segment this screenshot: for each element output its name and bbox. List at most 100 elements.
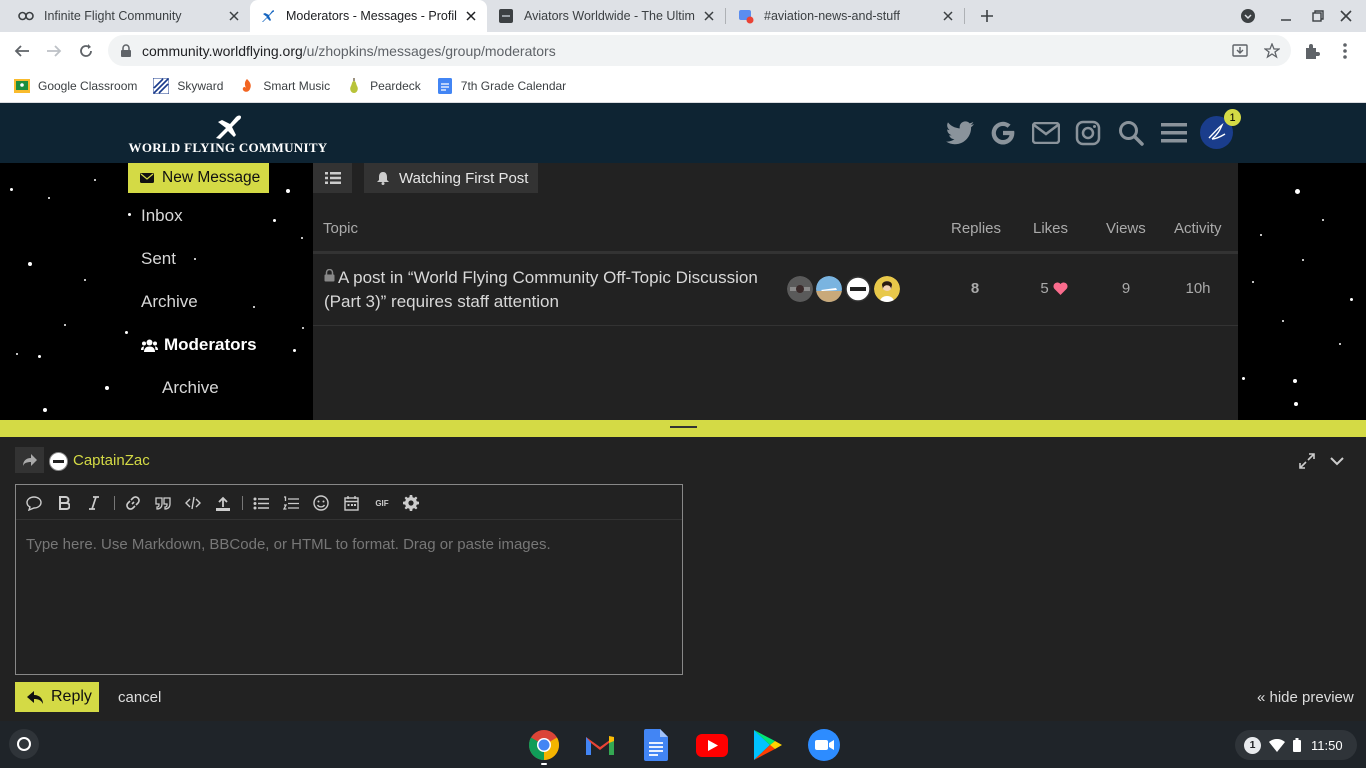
mail-icon[interactable]	[1032, 119, 1060, 147]
close-window-icon[interactable]	[1338, 8, 1354, 24]
reply-action-button[interactable]	[15, 447, 44, 473]
close-icon[interactable]	[226, 8, 242, 24]
back-icon[interactable]	[11, 40, 33, 62]
address-bar[interactable]: community.worldflying.org/u/zhopkins/mes…	[108, 35, 1291, 66]
chat-icon	[738, 8, 754, 24]
extensions-icon[interactable]	[1301, 40, 1323, 62]
likes-count: 5	[1029, 280, 1079, 297]
sidebar-item-moderators-archive[interactable]: Archive	[162, 378, 219, 398]
sidebar-item-archive[interactable]: Archive	[141, 292, 198, 312]
chevron-down-icon[interactable]	[1329, 453, 1345, 469]
twitter-icon[interactable]	[946, 119, 974, 147]
google-icon[interactable]	[989, 119, 1017, 147]
column-likes[interactable]: Likes	[1033, 220, 1068, 237]
gmail-icon[interactable]	[583, 728, 617, 762]
chrome-icon[interactable]	[527, 728, 561, 762]
messages-sidebar: New Message Inbox Sent Archive Moderator…	[128, 163, 313, 420]
install-icon[interactable]	[1232, 43, 1248, 59]
reply-textarea[interactable]: Type here. Use Markdown, BBCode, or HTML…	[26, 536, 551, 553]
calendar-icon[interactable]	[342, 494, 360, 512]
close-icon[interactable]	[463, 8, 479, 24]
new-message-button[interactable]: New Message	[128, 163, 269, 193]
new-tab-icon[interactable]	[979, 8, 995, 24]
reply-button[interactable]: Reply	[15, 682, 99, 712]
column-topic[interactable]: Topic	[323, 220, 358, 237]
activity-time[interactable]: 10h	[1170, 280, 1226, 297]
column-views[interactable]: Views	[1106, 220, 1146, 237]
bookmark-star-icon[interactable]	[1264, 43, 1280, 59]
close-icon[interactable]	[940, 8, 956, 24]
bold-icon[interactable]	[55, 494, 73, 512]
bookmark-skyward[interactable]: Skyward	[153, 78, 223, 94]
forward-icon[interactable]	[43, 40, 65, 62]
avatar[interactable]	[787, 276, 813, 302]
clock: 11:50	[1311, 737, 1343, 753]
tab-moderators[interactable]: Moderators - Messages - Profile -	[250, 0, 487, 32]
search-icon[interactable]	[1117, 119, 1145, 147]
bookmark-smart-music[interactable]: Smart Music	[239, 78, 330, 94]
instagram-icon[interactable]	[1074, 119, 1102, 147]
bell-icon	[377, 171, 389, 185]
topic-link[interactable]: A post in “World Flying Community Off-To…	[324, 266, 774, 314]
gif-button[interactable]: GIF	[370, 494, 394, 512]
gear-icon[interactable]	[402, 494, 420, 512]
italic-icon[interactable]	[85, 494, 103, 512]
menu-kebab-icon[interactable]	[1334, 40, 1356, 62]
code-icon[interactable]	[184, 494, 202, 512]
tab-search-icon[interactable]	[1240, 8, 1256, 24]
numbered-list-icon[interactable]	[282, 494, 300, 512]
bookmarks-bar: Google Classroom Skyward Smart Music Pea…	[0, 70, 1366, 103]
system-tray[interactable]: 1 11:50	[1235, 730, 1357, 760]
bullet-list-icon[interactable]	[252, 494, 270, 512]
blockquote-icon[interactable]	[154, 494, 172, 512]
lock-icon[interactable]	[120, 43, 132, 58]
replies-count[interactable]: 8	[947, 280, 1003, 297]
sidebar-item-sent[interactable]: Sent	[141, 249, 176, 269]
hamburger-menu-icon[interactable]	[1160, 119, 1188, 147]
tab-title: Infinite Flight Community	[44, 9, 182, 23]
lock-icon	[324, 269, 335, 282]
play-store-icon[interactable]	[751, 728, 785, 762]
sidebar-item-moderators[interactable]: Moderators	[141, 335, 257, 355]
restore-icon[interactable]	[1310, 8, 1326, 24]
pear-icon	[346, 78, 362, 94]
link-icon[interactable]	[124, 494, 142, 512]
upload-icon[interactable]	[214, 494, 232, 512]
share-arrow-icon	[22, 453, 38, 467]
tab-infinite-flight[interactable]: Infinite Flight Community	[0, 0, 250, 32]
avatar[interactable]	[845, 276, 871, 302]
launcher-icon[interactable]	[9, 729, 39, 759]
google-docs-icon[interactable]	[639, 728, 673, 762]
skyward-icon	[153, 78, 170, 94]
link-icon	[18, 8, 34, 24]
youtube-icon[interactable]	[695, 728, 729, 762]
site-icon	[498, 8, 514, 24]
close-icon[interactable]	[701, 8, 717, 24]
bookmark-7th-grade-calendar[interactable]: 7th Grade Calendar	[437, 78, 566, 94]
column-activity[interactable]: Activity	[1174, 220, 1222, 237]
site-logo[interactable]: WORLD FLYING COMMUNITY	[128, 111, 328, 157]
fullscreen-icon[interactable]	[1299, 453, 1315, 469]
bookmark-google-classroom[interactable]: Google Classroom	[14, 78, 137, 94]
zoom-icon[interactable]	[807, 728, 841, 762]
tab-title: Aviators Worldwide - The Ultimat	[524, 9, 695, 23]
cancel-link[interactable]: cancel	[118, 689, 161, 706]
avatar[interactable]	[874, 276, 900, 302]
tab-aviators-worldwide[interactable]: Aviators Worldwide - The Ultimat	[488, 0, 725, 32]
sidebar-item-inbox[interactable]: Inbox	[141, 206, 183, 226]
emoji-icon[interactable]	[312, 494, 330, 512]
reload-icon[interactable]	[75, 40, 97, 62]
tab-aviation-news[interactable]: #aviation-news-and-stuff	[726, 0, 964, 32]
composer-resize-grip[interactable]	[0, 420, 1366, 437]
notification-level-button[interactable]: Watching First Post	[364, 163, 538, 193]
notification-badge[interactable]: 1	[1224, 109, 1241, 126]
hide-preview-link[interactable]: « hide preview	[1257, 689, 1354, 706]
topic-list-toggle[interactable]	[313, 163, 352, 193]
column-replies[interactable]: Replies	[951, 220, 1001, 237]
avatar[interactable]	[816, 276, 842, 302]
composer-username[interactable]: CaptainZac	[73, 452, 150, 469]
bookmark-peardeck[interactable]: Peardeck	[346, 78, 421, 94]
notification-count[interactable]: 1	[1244, 736, 1261, 754]
quote-bubble-icon[interactable]	[25, 494, 43, 512]
minimize-icon[interactable]	[1278, 8, 1294, 24]
